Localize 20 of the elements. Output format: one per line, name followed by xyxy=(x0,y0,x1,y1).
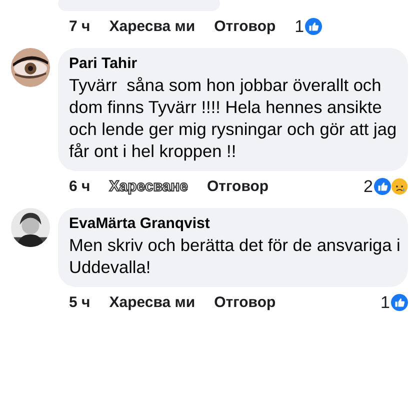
timestamp[interactable]: 5 ч xyxy=(69,294,90,311)
like-icon xyxy=(391,294,408,311)
author-name[interactable]: EvaMärta Granqvist xyxy=(69,214,402,234)
comment-text: Men skriv och berätta det för de ansvariga i Uddevalla! xyxy=(69,234,402,278)
like-link[interactable]: Харесва ми xyxy=(109,18,196,35)
timestamp[interactable]: 7 ч xyxy=(69,18,90,35)
reply-link[interactable]: Отговор xyxy=(206,178,269,195)
crying-face-icon xyxy=(391,178,408,195)
like-link[interactable]: Харесва ми xyxy=(109,294,196,311)
like-icon xyxy=(374,178,391,195)
reaction-count[interactable]: 2 xyxy=(364,176,373,196)
reply-link[interactable]: Отговор xyxy=(214,18,276,35)
like-icon xyxy=(305,18,322,35)
reply-link[interactable]: Отговор xyxy=(214,294,276,311)
timestamp[interactable]: 6 ч xyxy=(69,178,90,195)
reaction-count[interactable]: 1 xyxy=(294,16,304,36)
reaction-count[interactable]: 1 xyxy=(380,292,390,312)
author-name[interactable]: Pari Tahir xyxy=(69,54,402,74)
comment-text: Tyvärr såna som hon jobbar överallt och dom finns Tyvärr !!!! Hela hennes ansikte och lende ger mig rysningar och gör att jag får ont i hel kroppen !! xyxy=(69,74,398,162)
like-link[interactable]: Харесване xyxy=(109,178,188,195)
